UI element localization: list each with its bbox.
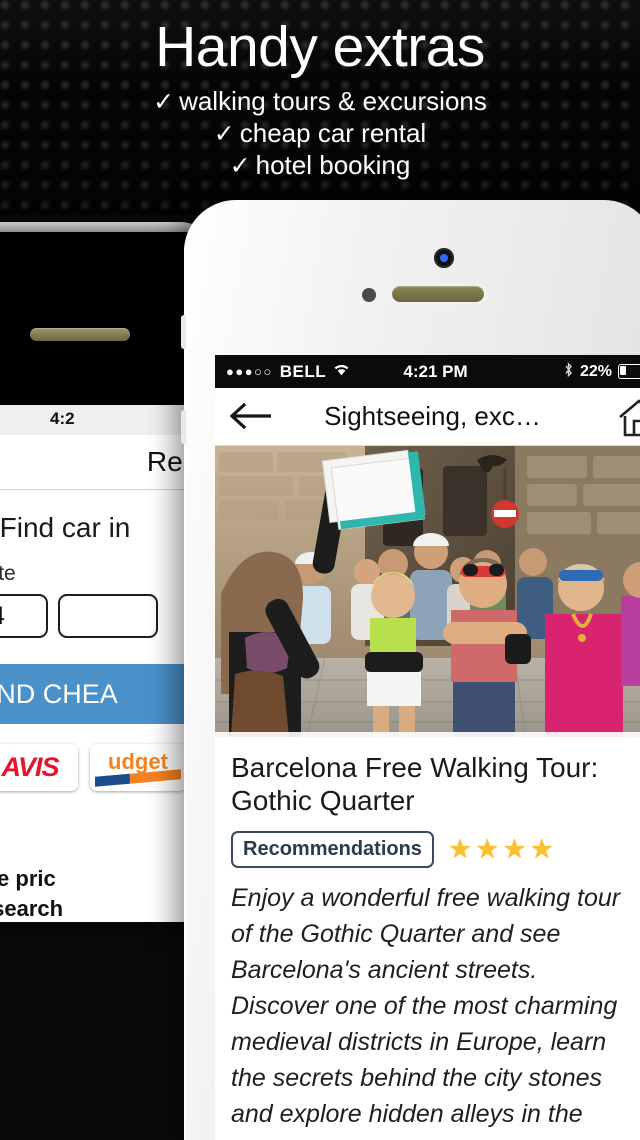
- hero-title: Handy extras: [155, 15, 485, 79]
- pickup-time-input[interactable]: [58, 594, 158, 638]
- nav-bar: Sightseeing, exc…: [215, 388, 640, 446]
- status-bar: ●●●○○ BELL 4:21 PM 22%: [215, 355, 640, 388]
- foreground-phone-screen: ●●●○○ BELL 4:21 PM 22% Sightseeing, exc……: [215, 355, 640, 1140]
- check-icon: ✓: [213, 120, 235, 148]
- budget-logo-text: udget: [108, 749, 168, 774]
- front-camera-icon: [434, 248, 454, 268]
- proximity-sensor-icon: [362, 288, 376, 302]
- pickup-date-input[interactable]: May, 2014: [0, 594, 48, 638]
- page-title: Sightseeing, exc…: [324, 401, 541, 431]
- hero-feature-item: ✓ walking tours & excursions: [0, 86, 640, 118]
- star-icon: ★: [475, 834, 500, 864]
- phone-top-bezel: [0, 222, 218, 232]
- clock-label: 4:2: [50, 409, 75, 428]
- tour-photo: [215, 446, 640, 737]
- tour-description: Enjoy a wonderful free walking tour of t…: [231, 884, 621, 1140]
- foreground-phone-device: ●●●○○ BELL 4:21 PM 22% Sightseeing, exc……: [181, 200, 640, 1140]
- tourists-foreground: [365, 558, 640, 737]
- hero-banner: Handy extras ✓ walking tours & excursions…: [0, 0, 640, 215]
- hero-feature-item: ✓ hotel booking: [0, 150, 640, 182]
- tour-photo-illustration: [215, 446, 640, 737]
- volume-down-button[interactable]: [181, 410, 186, 444]
- tour-card: Barcelona Free Walking Tour: Gothic Quar…: [215, 737, 640, 1140]
- earpiece-speaker: [30, 328, 130, 341]
- hero-feature-label: walking tours & excursions: [179, 86, 487, 116]
- hero-feature-label: cheap car rental: [239, 118, 427, 148]
- find-cheapest-button[interactable]: FIND CHEA: [0, 664, 210, 724]
- star-icon: ★: [529, 834, 554, 864]
- bluetooth-glyph: [565, 361, 572, 377]
- hero-feature-item: ✓ cheap car rental: [0, 118, 640, 150]
- home-icon[interactable]: [616, 397, 640, 437]
- volume-up-button[interactable]: [181, 315, 186, 349]
- home-glyph: [619, 399, 640, 437]
- battery-percent-label: 22%: [579, 362, 612, 380]
- check-icon: ✓: [153, 88, 175, 116]
- battery-icon: [618, 364, 640, 379]
- recommendations-badge[interactable]: Recommendations: [231, 831, 434, 868]
- hero-feature-label: hotel booking: [255, 150, 411, 180]
- star-icon: ★: [447, 834, 473, 864]
- battery-fill: [620, 366, 627, 375]
- avis-logo[interactable]: AVIS: [0, 744, 78, 791]
- budget-logo[interactable]: udget: [90, 744, 186, 791]
- check-icon: ✓: [229, 152, 251, 180]
- star-rating: ★ ★ ★ ★: [448, 836, 554, 863]
- star-icon: ★: [502, 834, 527, 864]
- earpiece-speaker-icon: [392, 286, 484, 302]
- hero-feature-list: ✓ walking tours & excursions ✓ cheap car r…: [0, 86, 640, 182]
- status-right-cluster: 22%: [563, 361, 640, 382]
- camera-lens: [440, 254, 448, 262]
- tour-title: Barcelona Free Walking Tour: Gothic Quar…: [231, 752, 599, 816]
- bluetooth-icon: [563, 361, 574, 382]
- tour-meta-row: Recommendations ★ ★ ★ ★: [231, 831, 640, 868]
